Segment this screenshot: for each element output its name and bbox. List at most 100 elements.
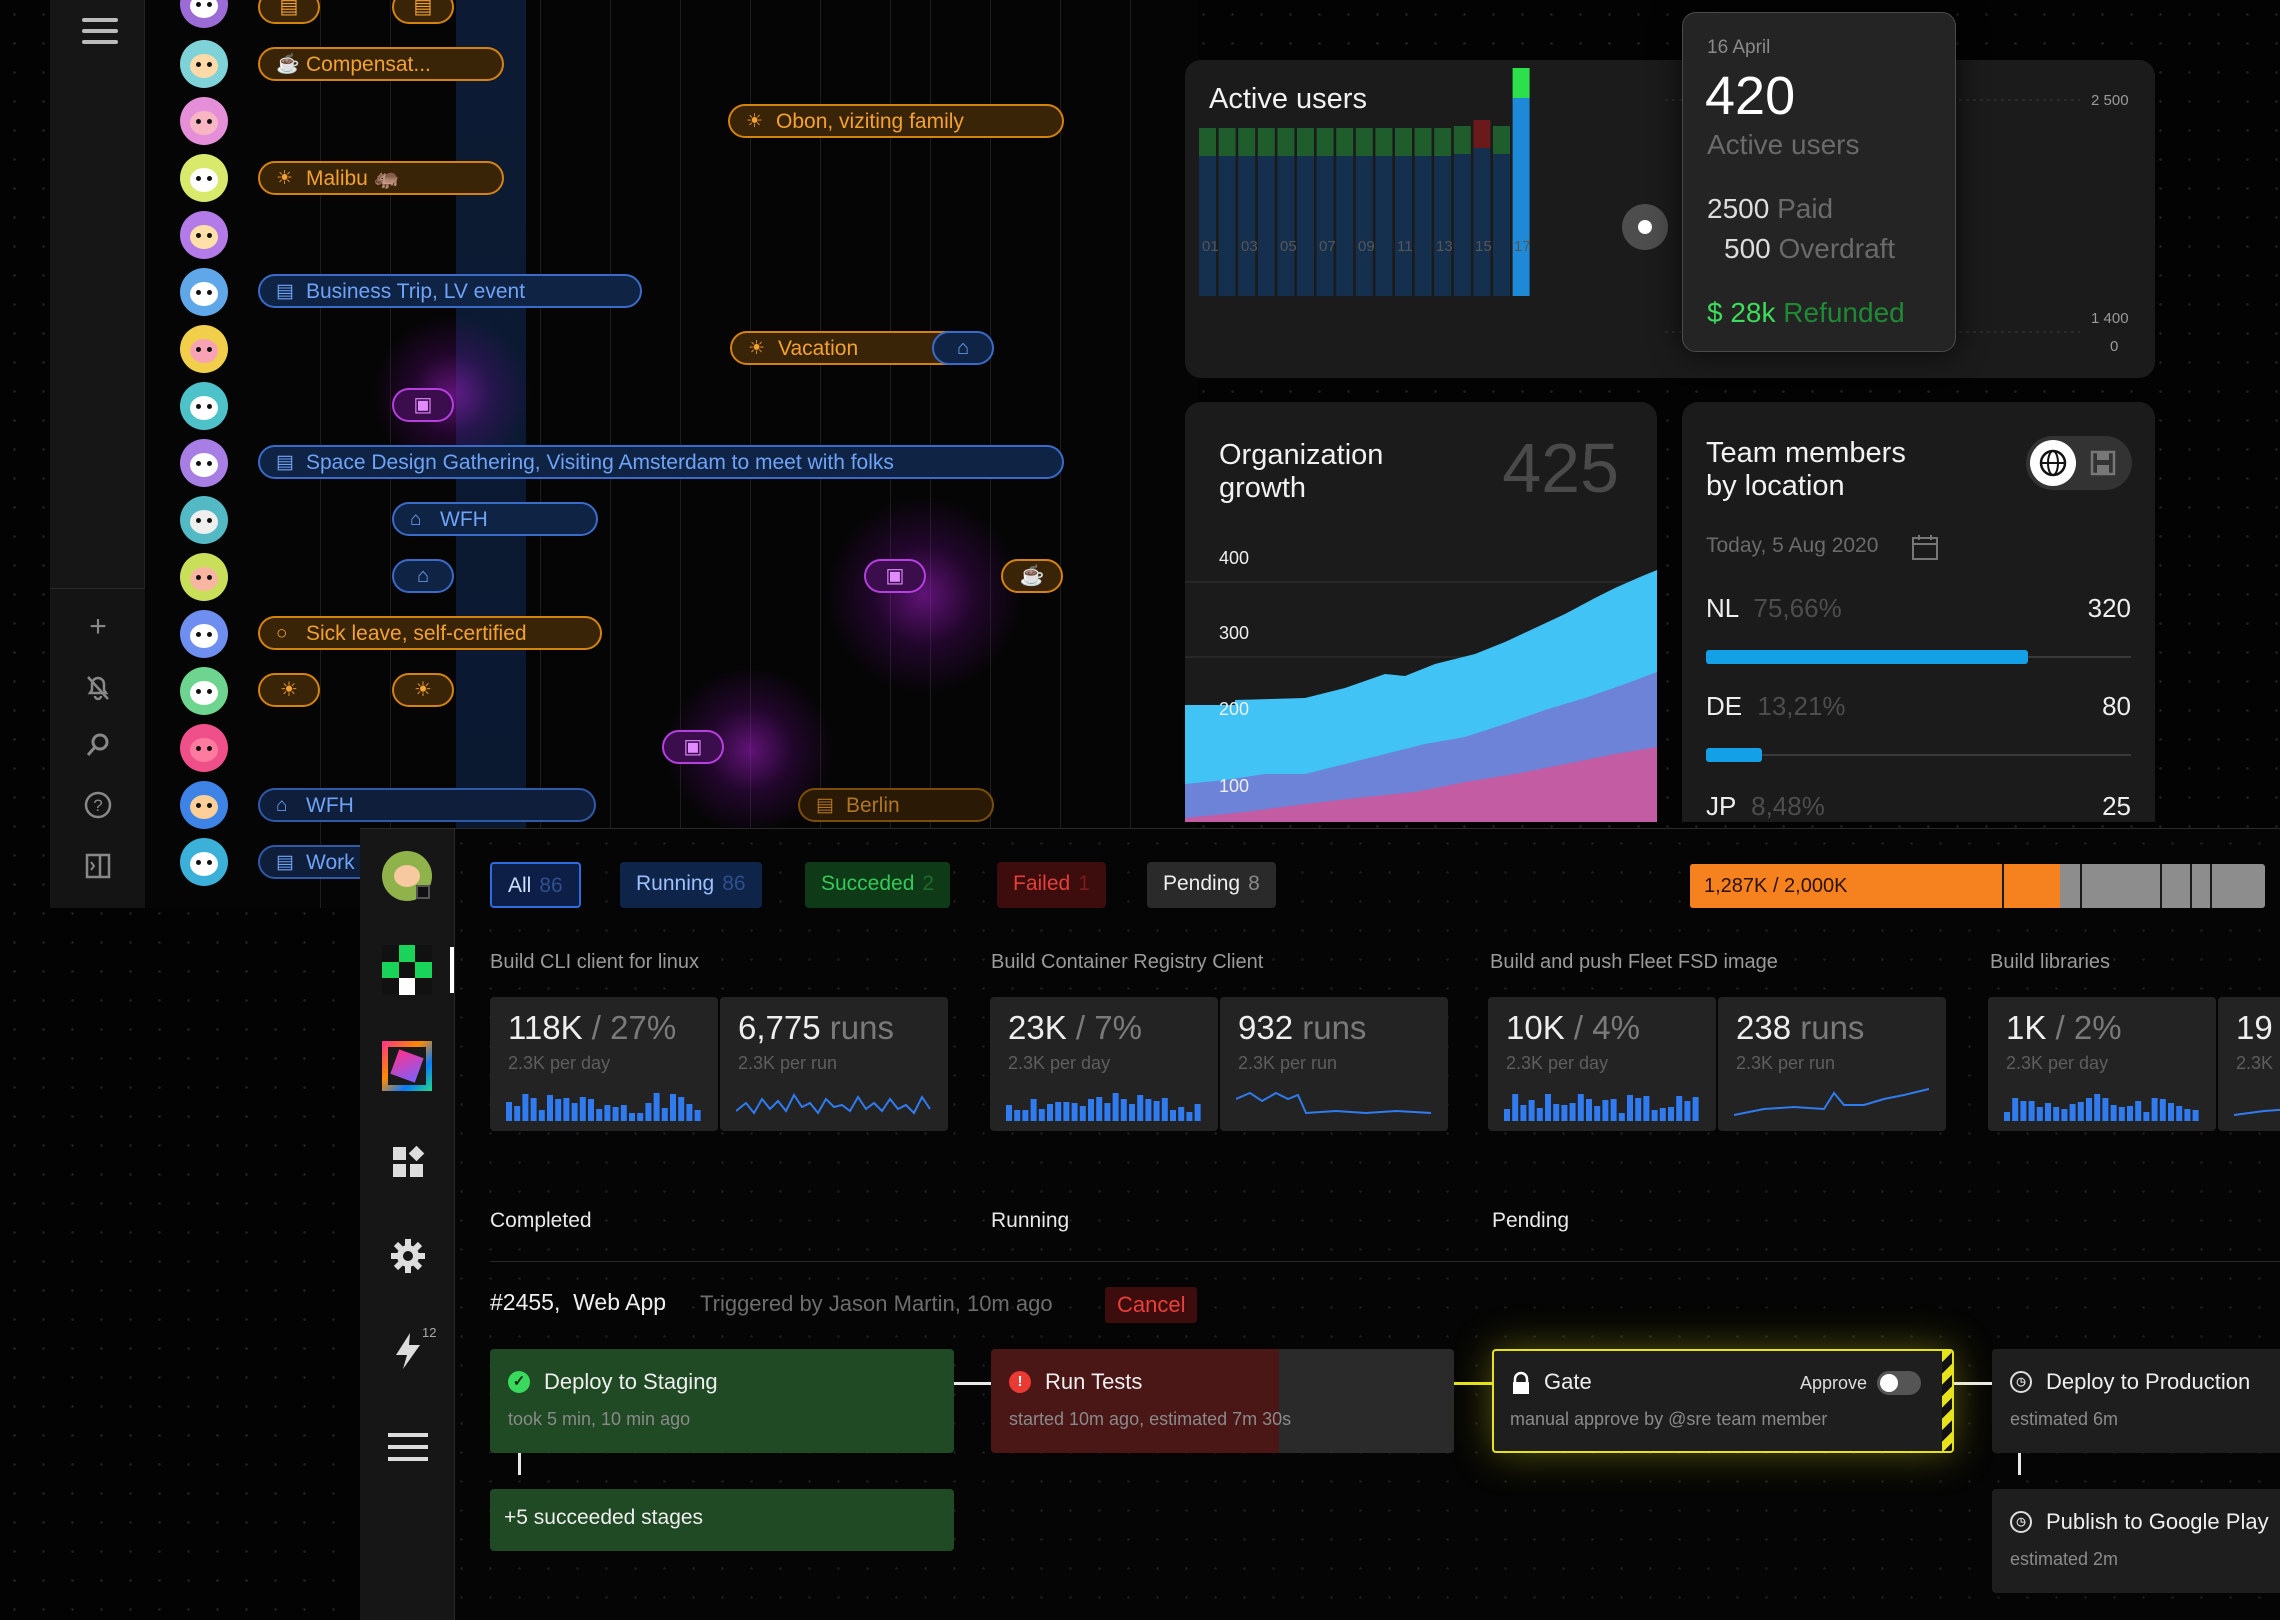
spark-bar <box>1545 1094 1551 1121</box>
workspace-logo-icon[interactable] <box>382 945 432 995</box>
event-obon[interactable]: ☀ Obon, viziting family <box>728 104 1064 138</box>
event-sick-leave[interactable]: ○ Sick leave, self-certified <box>258 616 602 650</box>
spark-bar <box>2168 1103 2174 1121</box>
sun-event[interactable]: ☀ <box>258 673 320 707</box>
bar-segment <box>1218 128 1236 156</box>
avatar[interactable] <box>180 0 228 28</box>
user-avatar[interactable] <box>382 851 432 901</box>
view-toggle[interactable] <box>2026 436 2132 490</box>
chart-cursor-handle[interactable] <box>1622 204 1668 250</box>
gift-event[interactable]: ▣ <box>392 388 454 422</box>
gift-event[interactable]: ▣ <box>662 730 724 764</box>
spark-bar <box>604 1105 611 1121</box>
job-runs-value: 932 runs <box>1238 1009 1367 1046</box>
panel-toggle-icon[interactable] <box>80 847 116 883</box>
spark-bar <box>1536 1108 1543 1121</box>
spark-bar <box>2004 1112 2010 1121</box>
sun-event[interactable]: ☀ <box>392 673 454 707</box>
job-usage-box[interactable]: 10K / 4% 2.3K per day <box>1488 997 1716 1131</box>
runs-line-sparkline <box>736 1093 931 1115</box>
avatar[interactable] <box>180 268 228 316</box>
bar-segment <box>1316 156 1334 296</box>
spark-bar <box>2184 1109 2191 1121</box>
event-marker[interactable]: ▤ <box>258 0 320 24</box>
avatar[interactable] <box>180 553 228 601</box>
succeeded-stages-collapsed[interactable]: +5 succeeded stages <box>490 1489 954 1551</box>
calendar-icon[interactable] <box>1910 532 1940 562</box>
job-runs-value: 6,775 runs <box>738 1009 894 1046</box>
avatar[interactable] <box>180 667 228 715</box>
widgets-icon[interactable] <box>390 1144 426 1180</box>
job-runs-box[interactable]: 6,775 runs 2.3K per run <box>720 997 948 1131</box>
spark-bar <box>1153 1101 1160 1121</box>
avatar[interactable] <box>180 325 228 373</box>
gift-event[interactable]: ▣ <box>864 559 926 593</box>
avatar[interactable] <box>180 154 228 202</box>
avatar[interactable] <box>180 382 228 430</box>
bar-segment <box>1336 128 1354 156</box>
job-usage-box[interactable]: 23K / 7% 2.3K per day <box>990 997 1218 1131</box>
event-space-design[interactable]: ▤ Space Design Gathering, Visiting Amster… <box>258 445 1064 479</box>
event-business-trip[interactable]: ▤ Business Trip, LV event <box>258 274 642 308</box>
job-runs-box[interactable]: 932 runs 2.3K per run <box>1220 997 1448 1131</box>
home-event[interactable]: ⌂ <box>392 559 454 593</box>
settings-gear-icon[interactable] <box>389 1237 427 1275</box>
spark-bar <box>1137 1095 1144 1121</box>
job-usage-box[interactable]: 118K / 27% 2.3K per day <box>490 997 718 1131</box>
filter-all[interactable]: All 86 <box>490 862 581 908</box>
filter-running[interactable]: Running 86 <box>620 862 762 908</box>
stage-deploy-production[interactable]: ◷ Deploy to Production estimated 6m <box>1992 1349 2280 1453</box>
hamburger-menu-icon[interactable] <box>388 1433 428 1463</box>
event-malibu[interactable]: ☀ Malibu 🦛 <box>258 161 504 195</box>
hamburger-menu-icon[interactable] <box>82 18 118 48</box>
bell-off-icon[interactable] <box>80 669 116 705</box>
spark-bar <box>661 1108 668 1121</box>
spark-bar <box>1561 1105 1568 1121</box>
spark-bar <box>2086 1098 2092 1121</box>
x-tick: 05 <box>1280 238 1297 255</box>
filter-pending[interactable]: Pending 8 <box>1147 862 1276 908</box>
spark-bar <box>670 1094 676 1121</box>
avatar[interactable] <box>180 610 228 658</box>
avatar[interactable] <box>180 781 228 829</box>
event-wfh[interactable]: ⌂ WFH <box>392 502 598 536</box>
spark-bar <box>530 1098 537 1121</box>
home-event[interactable]: ⌂ <box>932 331 994 365</box>
avatar[interactable] <box>180 211 228 259</box>
cancel-button[interactable]: Cancel <box>1105 1287 1198 1323</box>
job-usage-box[interactable]: 1K / 2% 2.3K per day <box>1988 997 2216 1131</box>
job-runs-box[interactable]: 19 2.3K <box>2218 997 2280 1131</box>
avatar[interactable] <box>180 40 228 88</box>
event-compensation[interactable]: ☕ Compensat... <box>258 47 504 81</box>
plus-icon[interactable]: + <box>80 609 116 645</box>
app-logo-icon[interactable] <box>382 1041 432 1091</box>
avatar[interactable] <box>180 439 228 487</box>
search-icon[interactable] <box>80 727 116 763</box>
help-icon[interactable]: ? <box>80 787 116 823</box>
event-wfh[interactable]: ⌂ WFH <box>258 788 596 822</box>
y-tick: 200 <box>1219 699 1250 719</box>
job-runs-box[interactable]: 238 runs 2.3K per run <box>1718 997 1946 1131</box>
stage-gate[interactable]: Gate Approve manual approve by @sre team… <box>1492 1349 1954 1453</box>
spark-bar <box>1528 1100 1535 1121</box>
event-marker[interactable]: ▤ <box>392 0 454 24</box>
stage-run-tests[interactable]: ! Run Tests started 10m ago, estimated 7… <box>991 1349 1454 1453</box>
spark-bar <box>579 1097 586 1121</box>
bar-segment <box>1493 154 1510 296</box>
bar-segment <box>1512 68 1530 98</box>
globe-icon[interactable] <box>2030 440 2076 486</box>
avatar[interactable] <box>180 724 228 772</box>
lightning-icon[interactable] <box>390 1331 426 1371</box>
stage-deploy-staging[interactable]: ✓ Deploy to Staging took 5 min, 10 min a… <box>490 1349 954 1453</box>
approve-toggle[interactable] <box>1877 1371 1921 1395</box>
save-icon[interactable] <box>2088 448 2118 478</box>
avatar[interactable] <box>180 838 228 886</box>
filter-succeded[interactable]: Succeded 2 <box>805 862 951 908</box>
avatar[interactable] <box>180 496 228 544</box>
stage-publish-google-play[interactable]: ◷ Publish to Google Play estimated 2m <box>1992 1489 2280 1593</box>
filter-failed[interactable]: Failed 1 <box>997 862 1106 908</box>
coffee-event[interactable]: ☕ <box>1001 559 1063 593</box>
event-berlin[interactable]: ▤ Berlin <box>798 788 994 822</box>
avatar[interactable] <box>180 97 228 145</box>
notification-count: 12 <box>422 1325 437 1340</box>
